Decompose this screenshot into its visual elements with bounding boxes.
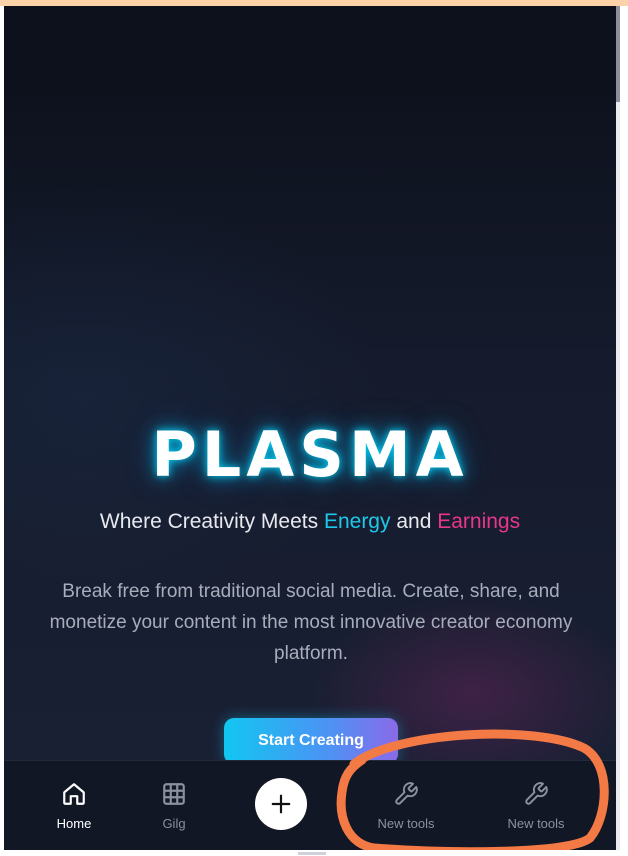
tagline-prefix: Where Creativity Meets bbox=[99, 510, 324, 533]
app-frame: PLASMA Where Creativity Meets Energy and… bbox=[4, 6, 620, 850]
tagline-highlight-energy: Energy bbox=[323, 510, 391, 533]
hero-description: Break free from traditional social media… bbox=[49, 581, 573, 664]
scrollbar[interactable] bbox=[616, 6, 620, 850]
app-header bbox=[4, 6, 616, 94]
wrench-icon bbox=[525, 782, 548, 805]
resize-handle[interactable] bbox=[298, 852, 326, 855]
app-logo: PLASMA bbox=[151, 418, 469, 491]
create-button[interactable] bbox=[255, 778, 307, 830]
start-creating-button[interactable]: Start Creating bbox=[224, 718, 398, 764]
plus-icon bbox=[271, 794, 291, 814]
bottom-navigation: Home Gilg New tools New tools bbox=[4, 760, 616, 850]
tagline-highlight-earnings: Earnings bbox=[437, 510, 521, 533]
nav-gilg-label: Gilg bbox=[162, 816, 186, 831]
nav-new-tools-1[interactable]: New tools bbox=[356, 761, 456, 850]
hero-tagline: Where Creativity Meets Energy and Earnin… bbox=[4, 510, 616, 534]
nav-home-label: Home bbox=[56, 816, 92, 831]
nav-gilg[interactable]: Gilg bbox=[124, 761, 224, 850]
nav-new-tools-2[interactable]: New tools bbox=[486, 761, 586, 850]
wrench-icon bbox=[395, 782, 418, 805]
grid-icon bbox=[163, 783, 185, 805]
scrollbar-thumb[interactable] bbox=[616, 6, 620, 102]
home-icon bbox=[63, 783, 85, 805]
nav-new-tools-2-label: New tools bbox=[507, 816, 565, 831]
nav-new-tools-1-label: New tools bbox=[377, 816, 435, 831]
tagline-middle: and bbox=[390, 510, 438, 533]
nav-home[interactable]: Home bbox=[24, 761, 124, 850]
